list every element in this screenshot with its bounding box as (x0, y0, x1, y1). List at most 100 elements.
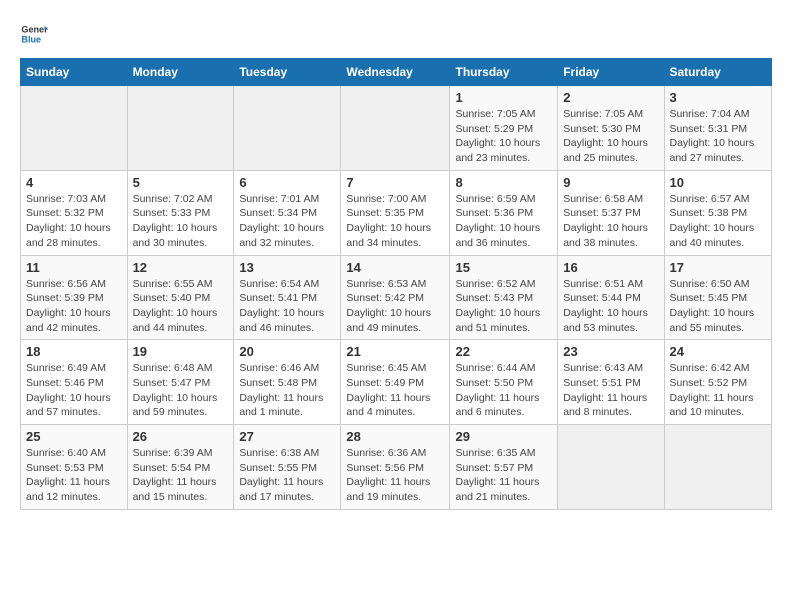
calendar-cell: 5 Sunrise: 7:02 AM Sunset: 5:33 PM Daylig… (127, 170, 234, 255)
day-detail: Sunrise: 6:36 AM Sunset: 5:56 PM Dayligh… (346, 446, 444, 505)
day-detail: Sunrise: 6:59 AM Sunset: 5:36 PM Dayligh… (455, 192, 552, 251)
day-detail: Sunrise: 7:01 AM Sunset: 5:34 PM Dayligh… (239, 192, 335, 251)
day-number: 29 (455, 429, 552, 444)
calendar-cell: 18Sunrise: 6:49 AM Sunset: 5:46 PM Dayli… (21, 340, 128, 425)
day-detail: Sunrise: 7:03 AM Sunset: 5:32 PM Dayligh… (26, 192, 122, 251)
calendar-cell (341, 86, 450, 171)
calendar-cell: 6 Sunrise: 7:01 AM Sunset: 5:34 PM Daylig… (234, 170, 341, 255)
calendar-cell: 11 Sunrise: 6:56 AM Sunset: 5:39 PM Dayli… (21, 255, 128, 340)
calendar-cell: 26 Sunrise: 6:39 AM Sunset: 5:54 PM Dayli… (127, 425, 234, 510)
calendar-week-row: 25Sunrise: 6:40 AM Sunset: 5:53 PM Dayli… (21, 425, 772, 510)
calendar-week-row: 4 Sunrise: 7:03 AM Sunset: 5:32 PM Daylig… (21, 170, 772, 255)
day-detail: Sunrise: 6:38 AM Sunset: 5:55 PM Dayligh… (239, 446, 335, 505)
day-number: 19 (133, 344, 229, 359)
day-detail: Sunrise: 6:42 AM Sunset: 5:52 PM Dayligh… (670, 361, 767, 420)
day-number: 17 (670, 260, 767, 275)
day-number: 6 (239, 175, 335, 190)
weekday-header-sunday: Sunday (21, 59, 128, 86)
day-number: 4 (26, 175, 122, 190)
calendar-cell: 21Sunrise: 6:45 AM Sunset: 5:49 PM Dayli… (341, 340, 450, 425)
calendar-cell: 23Sunrise: 6:43 AM Sunset: 5:51 PM Dayli… (558, 340, 664, 425)
calendar-cell: 1Sunrise: 7:05 AM Sunset: 5:29 PM Daylig… (450, 86, 558, 171)
day-detail: Sunrise: 6:54 AM Sunset: 5:41 PM Dayligh… (239, 277, 335, 336)
day-detail: Sunrise: 6:57 AM Sunset: 5:38 PM Dayligh… (670, 192, 767, 251)
day-number: 16 (563, 260, 658, 275)
day-detail: Sunrise: 6:50 AM Sunset: 5:45 PM Dayligh… (670, 277, 767, 336)
calendar-week-row: 18Sunrise: 6:49 AM Sunset: 5:46 PM Dayli… (21, 340, 772, 425)
calendar-cell: 14 Sunrise: 6:53 AM Sunset: 5:42 PM Dayli… (341, 255, 450, 340)
day-detail: Sunrise: 6:45 AM Sunset: 5:49 PM Dayligh… (346, 361, 444, 420)
day-number: 13 (239, 260, 335, 275)
day-detail: Sunrise: 7:05 AM Sunset: 5:30 PM Dayligh… (563, 107, 658, 166)
weekday-header-thursday: Thursday (450, 59, 558, 86)
day-number: 20 (239, 344, 335, 359)
calendar-cell: 19 Sunrise: 6:48 AM Sunset: 5:47 PM Dayli… (127, 340, 234, 425)
day-number: 15 (455, 260, 552, 275)
day-number: 22 (455, 344, 552, 359)
calendar-week-row: 11 Sunrise: 6:56 AM Sunset: 5:39 PM Dayli… (21, 255, 772, 340)
weekday-header-friday: Friday (558, 59, 664, 86)
day-detail: Sunrise: 6:40 AM Sunset: 5:53 PM Dayligh… (26, 446, 122, 505)
calendar-cell (234, 86, 341, 171)
calendar-cell: 17 Sunrise: 6:50 AM Sunset: 5:45 PM Dayli… (664, 255, 772, 340)
day-detail: Sunrise: 7:05 AM Sunset: 5:29 PM Dayligh… (455, 107, 552, 166)
day-number: 2 (563, 90, 658, 105)
calendar-cell (558, 425, 664, 510)
calendar-cell: 15 Sunrise: 6:52 AM Sunset: 5:43 PM Dayli… (450, 255, 558, 340)
day-number: 26 (133, 429, 229, 444)
weekday-header-row: SundayMondayTuesdayWednesdayThursdayFrid… (21, 59, 772, 86)
calendar-cell: 22 Sunrise: 6:44 AM Sunset: 5:50 PM Dayli… (450, 340, 558, 425)
day-detail: Sunrise: 7:00 AM Sunset: 5:35 PM Dayligh… (346, 192, 444, 251)
day-number: 23 (563, 344, 658, 359)
day-detail: Sunrise: 6:55 AM Sunset: 5:40 PM Dayligh… (133, 277, 229, 336)
logo-icon: General Blue (20, 20, 48, 48)
day-number: 11 (26, 260, 122, 275)
calendar-cell: 24 Sunrise: 6:42 AM Sunset: 5:52 PM Dayli… (664, 340, 772, 425)
calendar-cell: 9 Sunrise: 6:58 AM Sunset: 5:37 PM Daylig… (558, 170, 664, 255)
logo: General Blue (20, 20, 48, 48)
day-detail: Sunrise: 6:51 AM Sunset: 5:44 PM Dayligh… (563, 277, 658, 336)
day-number: 7 (346, 175, 444, 190)
day-number: 14 (346, 260, 444, 275)
page-header: General Blue (20, 20, 772, 48)
day-number: 24 (670, 344, 767, 359)
weekday-header-saturday: Saturday (664, 59, 772, 86)
day-detail: Sunrise: 6:56 AM Sunset: 5:39 PM Dayligh… (26, 277, 122, 336)
calendar-cell (127, 86, 234, 171)
day-number: 12 (133, 260, 229, 275)
day-number: 8 (455, 175, 552, 190)
day-detail: Sunrise: 7:04 AM Sunset: 5:31 PM Dayligh… (670, 107, 767, 166)
calendar-cell: 10 Sunrise: 6:57 AM Sunset: 5:38 PM Dayli… (664, 170, 772, 255)
day-detail: Sunrise: 6:39 AM Sunset: 5:54 PM Dayligh… (133, 446, 229, 505)
day-number: 10 (670, 175, 767, 190)
day-number: 28 (346, 429, 444, 444)
day-number: 3 (670, 90, 767, 105)
day-number: 5 (133, 175, 229, 190)
day-number: 18 (26, 344, 122, 359)
calendar-cell: 20 Sunrise: 6:46 AM Sunset: 5:48 PM Dayli… (234, 340, 341, 425)
calendar-cell (21, 86, 128, 171)
day-detail: Sunrise: 6:52 AM Sunset: 5:43 PM Dayligh… (455, 277, 552, 336)
calendar-cell: 28 Sunrise: 6:36 AM Sunset: 5:56 PM Dayli… (341, 425, 450, 510)
calendar-cell: 12 Sunrise: 6:55 AM Sunset: 5:40 PM Dayli… (127, 255, 234, 340)
calendar-cell: 2 Sunrise: 7:05 AM Sunset: 5:30 PM Daylig… (558, 86, 664, 171)
calendar-cell: 25Sunrise: 6:40 AM Sunset: 5:53 PM Dayli… (21, 425, 128, 510)
day-detail: Sunrise: 6:44 AM Sunset: 5:50 PM Dayligh… (455, 361, 552, 420)
day-detail: Sunrise: 6:48 AM Sunset: 5:47 PM Dayligh… (133, 361, 229, 420)
calendar-cell: 16 Sunrise: 6:51 AM Sunset: 5:44 PM Dayli… (558, 255, 664, 340)
calendar-cell (664, 425, 772, 510)
day-number: 9 (563, 175, 658, 190)
calendar-table: SundayMondayTuesdayWednesdayThursdayFrid… (20, 58, 772, 510)
calendar-cell: 29Sunrise: 6:35 AM Sunset: 5:57 PM Dayli… (450, 425, 558, 510)
weekday-header-monday: Monday (127, 59, 234, 86)
calendar-week-row: 1Sunrise: 7:05 AM Sunset: 5:29 PM Daylig… (21, 86, 772, 171)
day-detail: Sunrise: 6:53 AM Sunset: 5:42 PM Dayligh… (346, 277, 444, 336)
calendar-cell: 4 Sunrise: 7:03 AM Sunset: 5:32 PM Daylig… (21, 170, 128, 255)
svg-text:General: General (21, 25, 48, 35)
day-number: 27 (239, 429, 335, 444)
day-detail: Sunrise: 6:58 AM Sunset: 5:37 PM Dayligh… (563, 192, 658, 251)
day-detail: Sunrise: 6:46 AM Sunset: 5:48 PM Dayligh… (239, 361, 335, 420)
svg-text:Blue: Blue (21, 34, 41, 44)
day-detail: Sunrise: 7:02 AM Sunset: 5:33 PM Dayligh… (133, 192, 229, 251)
weekday-header-tuesday: Tuesday (234, 59, 341, 86)
